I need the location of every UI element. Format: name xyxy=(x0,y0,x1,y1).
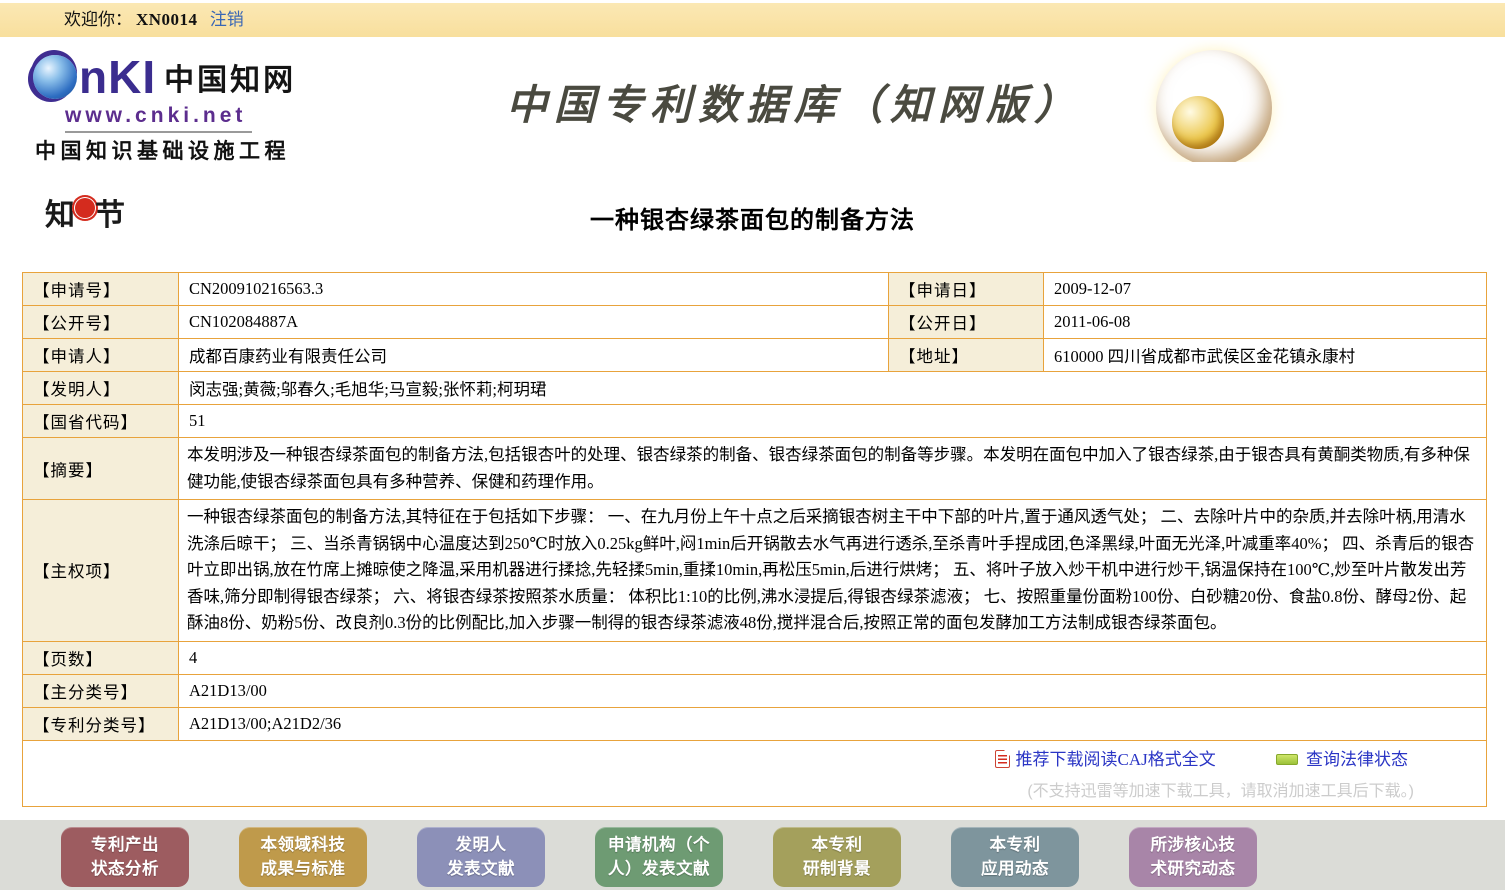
cnki-latin-text: nKI xyxy=(79,55,156,99)
field-value: 2009-12-07 xyxy=(1044,273,1487,306)
field-value: A21D13/00 xyxy=(179,674,1487,707)
patent-info-table: 【申请号】 CN200910216563.3 【申请日】 2009-12-07 … xyxy=(22,272,1487,807)
field-value: 成都百康药业有限责任公司 xyxy=(179,339,889,372)
cnki-url: www.cnki.net xyxy=(65,104,252,133)
caj-download-group: 推荐下载阅读CAJ格式全文 xyxy=(995,750,1220,769)
cnki-chinese-text: 中国知网 xyxy=(164,55,296,99)
nav-btn-line: 术研究动态 xyxy=(1151,857,1236,881)
bottom-nav: 专利产出 状态分析 本领域科技 成果与标准 发明人 发表文献 申请机构（个 人）… xyxy=(0,820,1505,890)
field-value: A21D13/00;A21D2/36 xyxy=(179,707,1487,740)
nav-inventor-publications[interactable]: 发明人 发表文献 xyxy=(417,827,545,887)
action-links: 推荐下载阅读CAJ格式全文 查询法律状态 xyxy=(23,745,1486,773)
cnki-logo-row: nKI 中国知网 xyxy=(33,48,398,106)
legal-status-icon xyxy=(1276,754,1298,765)
cnki-logo[interactable]: nKI 中国知网 www.cnki.net 中国知识基础设施工程 xyxy=(0,40,398,162)
nav-btn-line: 本专利 xyxy=(812,833,863,857)
field-value: 本发明涉及一种银杏绿茶面包的制备方法,包括银杏叶的处理、银杏绿茶的制备、银杏绿茶… xyxy=(179,438,1487,500)
nav-btn-line: 本领域科技 xyxy=(261,833,346,857)
field-label: 【公开号】 xyxy=(23,306,179,339)
golden-globe-graphic xyxy=(1156,50,1272,162)
table-row-main-claim: 【主权项】 一种银杏绿茶面包的制备方法,其特征在于包括如下步骤： 一、在九月份上… xyxy=(23,500,1487,642)
nav-btn-line: 人）发表文献 xyxy=(608,857,710,881)
field-label: 【国省代码】 xyxy=(23,405,179,438)
table-row-applicant: 【申请人】 成都百康药业有限责任公司 【地址】 610000 四川省成都市武侯区… xyxy=(23,339,1487,372)
logout-link[interactable]: 注销 xyxy=(210,10,244,29)
table-row-publication-number: 【公开号】 CN102084887A 【公开日】 2011-06-08 xyxy=(23,306,1487,339)
nav-btn-line: 应用动态 xyxy=(981,857,1049,881)
caj-download-link[interactable]: 推荐下载阅读CAJ格式全文 xyxy=(1016,750,1216,769)
cnki-subtitle: 中国知识基础设施工程 xyxy=(35,135,398,165)
field-value: 一种银杏绿茶面包的制备方法,其特征在于包括如下步骤： 一、在九月份上午十点之后采… xyxy=(179,500,1487,642)
zhiwangjie-right-char: 节 xyxy=(95,190,125,234)
field-label: 【申请日】 xyxy=(889,273,1044,306)
field-value: CN102084887A xyxy=(179,306,889,339)
field-value: 4 xyxy=(179,641,1487,674)
username: XN0014 xyxy=(136,10,198,29)
field-value: CN200910216563.3 xyxy=(179,273,889,306)
globe-icon xyxy=(33,55,77,99)
nav-development-background[interactable]: 本专利 研制背景 xyxy=(773,827,901,887)
table-row-patent-classification: 【专利分类号】 A21D13/00;A21D2/36 xyxy=(23,707,1487,740)
download-note: (不支持迅雷等加速下载工具，请取消加速工具后下载。) xyxy=(23,777,1486,801)
field-label: 【公开日】 xyxy=(889,306,1044,339)
table-row-actions: 推荐下载阅读CAJ格式全文 查询法律状态 (不支持迅雷等加速下载工具，请取消加速… xyxy=(23,740,1487,806)
table-row-main-classification: 【主分类号】 A21D13/00 xyxy=(23,674,1487,707)
field-label: 【专利分类号】 xyxy=(23,707,179,740)
nav-patent-output-analysis[interactable]: 专利产出 状态分析 xyxy=(61,827,189,887)
field-value: 闵志强;黄薇;邬春久;毛旭华;马宣毅;张怀莉;柯玥珺 xyxy=(179,372,1487,405)
field-label: 【发明人】 xyxy=(23,372,179,405)
nav-btn-line: 成果与标准 xyxy=(261,857,346,881)
field-value: 610000 四川省成都市武侯区金花镇永康村 xyxy=(1044,339,1487,372)
banner-title-area: 中国专利数据库（知网版） xyxy=(398,40,1505,162)
nav-btn-line: 专利产出 xyxy=(91,833,159,857)
zhiwangjie-left-char: 知 xyxy=(45,190,75,234)
nav-applicant-publications[interactable]: 申请机构（个 人）发表文献 xyxy=(595,827,723,887)
topbar: 欢迎你：XN0014 注销 xyxy=(0,3,1505,37)
nav-application-trends[interactable]: 本专利 应用动态 xyxy=(951,827,1079,887)
legal-status-group: 查询法律状态 xyxy=(1276,750,1408,769)
patent-title-row: 知节 一种银杏绿茶面包的制备方法 xyxy=(0,162,1505,272)
nav-core-tech-research[interactable]: 所涉核心技 术研究动态 xyxy=(1129,827,1257,887)
field-value: 51 xyxy=(179,405,1487,438)
table-row-abstract: 【摘要】 本发明涉及一种银杏绿茶面包的制备方法,包括银杏叶的处理、银杏绿茶的制备… xyxy=(23,438,1487,500)
table-row-inventors: 【发明人】 闵志强;黄薇;邬春久;毛旭华;马宣毅;张怀莉;柯玥珺 xyxy=(23,372,1487,405)
database-title: 中国专利数据库（知网版） xyxy=(506,71,1082,131)
nav-btn-line: 研制背景 xyxy=(803,857,871,881)
table-row-application-number: 【申请号】 CN200910216563.3 【申请日】 2009-12-07 xyxy=(23,273,1487,306)
nav-btn-line: 状态分析 xyxy=(91,857,159,881)
nav-field-achievements-standards[interactable]: 本领域科技 成果与标准 xyxy=(239,827,367,887)
field-label: 【页数】 xyxy=(23,641,179,674)
patent-title: 一种银杏绿茶面包的制备方法 xyxy=(0,162,1505,235)
nav-btn-line: 发明人 xyxy=(456,833,507,857)
field-label: 【主分类号】 xyxy=(23,674,179,707)
nav-btn-line: 所涉核心技 xyxy=(1151,833,1236,857)
table-row-pages: 【页数】 4 xyxy=(23,641,1487,674)
actions-cell: 推荐下载阅读CAJ格式全文 查询法律状态 (不支持迅雷等加速下载工具，请取消加速… xyxy=(23,740,1487,806)
zhiwangjie-logo: 知节 xyxy=(45,190,125,234)
field-label: 【申请号】 xyxy=(23,273,179,306)
header-banner: nKI 中国知网 www.cnki.net 中国知识基础设施工程 中国专利数据库… xyxy=(0,40,1505,162)
field-label: 【主权项】 xyxy=(23,500,179,642)
field-label: 【地址】 xyxy=(889,339,1044,372)
nav-btn-line: 申请机构（个 xyxy=(608,833,710,857)
welcome-label: 欢迎你： xyxy=(64,10,132,29)
caj-file-icon xyxy=(995,750,1010,768)
nav-btn-line: 发表文献 xyxy=(447,857,515,881)
legal-status-link[interactable]: 查询法律状态 xyxy=(1306,750,1408,769)
field-value: 2011-06-08 xyxy=(1044,306,1487,339)
nav-btn-line: 本专利 xyxy=(990,833,1041,857)
field-label: 【摘要】 xyxy=(23,438,179,500)
table-row-province-code: 【国省代码】 51 xyxy=(23,405,1487,438)
field-label: 【申请人】 xyxy=(23,339,179,372)
